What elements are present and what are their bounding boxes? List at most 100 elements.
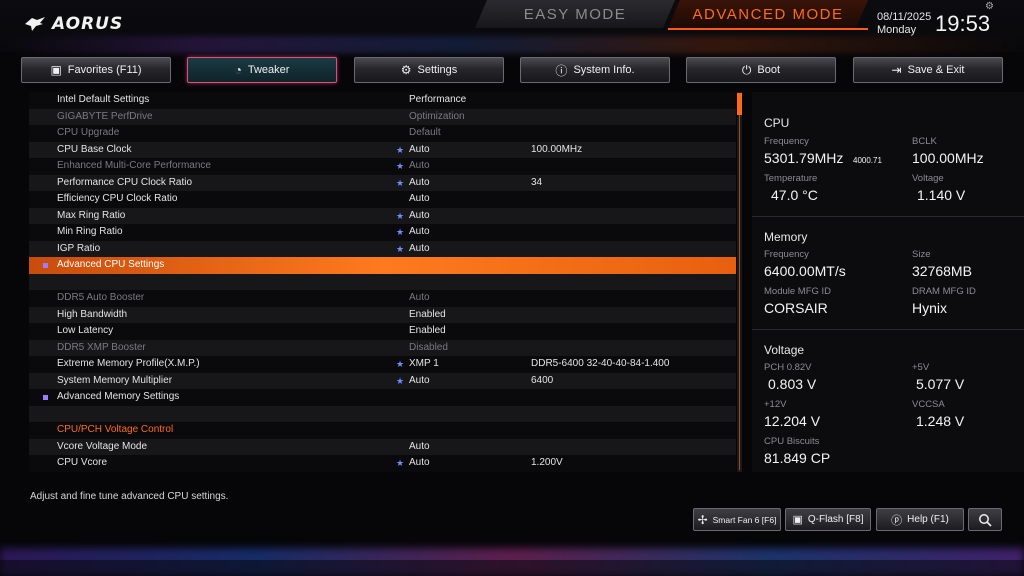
setting-value[interactable]: Auto [409, 290, 430, 307]
setting-value[interactable]: Auto [409, 224, 430, 241]
setting-value[interactable]: Auto [409, 208, 430, 225]
setting-name: IGP Ratio [57, 242, 101, 254]
setting-value[interactable]: Auto [409, 439, 430, 456]
setting-row[interactable]: Advanced Memory Settings [29, 389, 736, 406]
setting-value[interactable]: XMP 1 [409, 356, 439, 373]
submenu-bullet-icon [43, 263, 48, 268]
v5-value: 5.077 V [916, 376, 965, 392]
memory-frequency-value: 6400.00MT/s [764, 263, 846, 279]
tab-label: Tweaker [247, 64, 290, 76]
tab-system-info[interactable]: ⓘ System Info. [520, 57, 670, 83]
vccsa-label: VCCSA [912, 399, 945, 410]
setting-row[interactable]: CPU Base Clock ★ Auto 100.00MHz [29, 141, 736, 159]
divider [752, 329, 1024, 330]
modified-star-icon: ★ [396, 359, 405, 369]
setting-row[interactable]: IGP Ratio ★ Auto [29, 240, 736, 258]
setting-row[interactable]: Performance CPU Clock Ratio ★ Auto 34 [29, 174, 736, 192]
memory-size-label: Size [912, 249, 931, 260]
setting-row[interactable]: Extreme Memory Profile(X.M.P.) ★ XMP 1 DDR5… [29, 356, 736, 373]
setting-value[interactable]: Auto [409, 455, 430, 472]
setting-row[interactable]: Enhanced Multi-Core Performance ★ Auto [29, 158, 736, 175]
tab-tweaker[interactable]: ◔ Tweaker [187, 57, 337, 83]
neon-glow-shade [0, 560, 1024, 576]
setting-value[interactable]: Enabled [409, 307, 446, 324]
modified-star-icon: ★ [396, 458, 405, 468]
neon-glow-top [0, 36, 1024, 54]
setting-row[interactable]: Low Latency Enabled [29, 323, 736, 340]
search-button[interactable] [968, 508, 1002, 531]
setting-value[interactable]: Auto [409, 142, 430, 159]
dram-mfg-label: DRAM MFG ID [912, 286, 976, 297]
setting-row[interactable]: Vcore Voltage Mode Auto [29, 438, 736, 456]
tab-favorites[interactable]: ▣ Favorites (F11) [21, 57, 171, 83]
tab-save-exit[interactable]: ⇥ Save & Exit [853, 57, 1003, 83]
cpu-biscuits-label: CPU Biscuits [764, 436, 820, 447]
setting-row[interactable]: Efficiency CPU Clock Ratio Auto [29, 191, 736, 208]
setting-row[interactable]: High Bandwidth Enabled [29, 306, 736, 324]
easy-mode-button[interactable]: EASY MODE [475, 0, 675, 28]
tab-boot[interactable]: ⏻ Boot [686, 57, 836, 83]
logo-text: AORUS [52, 14, 124, 34]
q-flash-button[interactable]: ▣ Q-Flash [F8] [785, 508, 871, 531]
setting-row[interactable]: CPU Upgrade Default [29, 125, 736, 142]
setting-value[interactable]: Auto [409, 175, 430, 192]
setting-row[interactable]: DDR5 XMP Booster Disabled [29, 339, 736, 357]
help-button[interactable]: ⓟ Help (F1) [876, 508, 964, 531]
settings-gear-icon[interactable]: ⚙ [985, 1, 994, 12]
info-icon: ⓘ [555, 63, 568, 78]
setting-current: 6400 [531, 374, 554, 386]
setting-value[interactable]: Enabled [409, 323, 446, 340]
setting-value[interactable]: Disabled [409, 340, 448, 357]
tab-label: Save & Exit [907, 64, 965, 76]
setting-name: Extreme Memory Profile(X.M.P.) [57, 358, 200, 369]
cpu-title: CPU [764, 116, 790, 130]
cpu-temperature-label: Temperature [764, 173, 818, 184]
cpu-frequency-value: 5301.79MHz [764, 150, 844, 166]
setting-value[interactable]: Auto [409, 241, 430, 258]
setting-name: CPU Base Clock [57, 143, 132, 155]
date-display: 08/11/2025 Monday [877, 11, 931, 37]
cpu-voltage-value: 1.140 V [917, 187, 966, 203]
modified-star-icon: ★ [396, 210, 405, 221]
setting-row[interactable]: CPU Vcore ★ Auto 1.200V [29, 455, 736, 472]
fan-icon: ✢ [697, 512, 708, 527]
setting-value[interactable]: Optimization [409, 109, 465, 126]
setting-current: 1.200V [531, 457, 563, 468]
speedometer-icon: ◔ [234, 63, 242, 77]
setting-row[interactable]: DDR5 Auto Booster Auto [29, 290, 736, 307]
modified-star-icon: ★ [396, 243, 405, 254]
setting-name: DDR5 Auto Booster [57, 292, 145, 303]
setting-row[interactable]: System Memory Multiplier ★ Auto 6400 [29, 372, 736, 390]
setting-value[interactable]: Auto [409, 373, 430, 390]
smart-fan-button[interactable]: ✢ Smart Fan 6 [F6] [693, 508, 781, 531]
setting-row[interactable]: GIGABYTE PerfDrive Optimization [29, 108, 736, 126]
setting-current: 100.00MHz [531, 143, 583, 155]
power-icon: ⏻ [741, 62, 752, 77]
scrollbar-line [739, 115, 740, 470]
bclk-label: BCLK [912, 136, 937, 147]
scrollbar-thumb[interactable] [737, 93, 742, 115]
setting-value[interactable]: Default [409, 125, 441, 142]
tab-settings[interactable]: ⚙ Settings [354, 57, 504, 83]
bclk-value: 100.00MHz [912, 150, 984, 166]
hardware-info-panel: CPU Frequency 5301.79MHz 4000.71 BCLK 10… [752, 92, 1024, 472]
setting-row[interactable]: Max Ring Ratio ★ Auto [29, 207, 736, 225]
tab-label: Boot [757, 64, 781, 76]
setting-row: CPU/PCH Voltage Control [29, 422, 736, 439]
setting-row[interactable]: Advanced CPU Settings [29, 257, 736, 274]
setting-value[interactable]: Auto [409, 158, 430, 175]
setting-current: 34 [531, 176, 543, 188]
setting-name: Advanced CPU Settings [57, 259, 165, 270]
setting-value[interactable]: Performance [409, 92, 466, 109]
setting-row[interactable]: Min Ring Ratio ★ Auto [29, 224, 736, 241]
setting-value[interactable]: Auto [409, 191, 430, 208]
cpu-voltage-label: Voltage [912, 173, 944, 184]
modified-star-icon: ★ [396, 177, 405, 188]
advanced-mode-button[interactable]: ADVANCED MODE [668, 0, 868, 28]
gear-icon: ⚙ [400, 63, 412, 77]
q-flash-label: Q-Flash [F8] [807, 514, 864, 525]
date-text: 08/11/2025 [877, 11, 932, 23]
help-label: Help (F1) [907, 514, 949, 525]
smart-fan-label: Smart Fan 6 [F6] [712, 514, 777, 525]
setting-row[interactable]: Intel Default Settings Performance [29, 92, 736, 109]
